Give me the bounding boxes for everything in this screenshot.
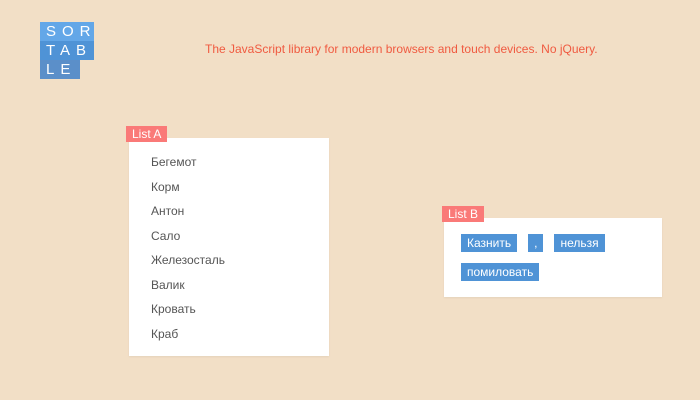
- list-b-chip[interactable]: Казнить: [461, 234, 518, 252]
- logo-row-3: LE: [40, 60, 80, 79]
- list-a-panel: Бегемот Корм Антон Сало Железосталь Вали…: [129, 138, 329, 356]
- list-b-chip[interactable]: ,: [528, 234, 544, 252]
- tagline: The JavaScript library for modern browse…: [205, 42, 598, 56]
- sortable-logo: SOR TAB LE: [40, 22, 94, 79]
- list-a-item[interactable]: Корм: [151, 175, 329, 200]
- list-a-item[interactable]: Железосталь: [151, 248, 329, 273]
- list-a-item[interactable]: Сало: [151, 224, 329, 249]
- list-a-item[interactable]: Кровать: [151, 297, 329, 322]
- list-b-label: List B: [442, 206, 485, 222]
- list-a-item[interactable]: Бегемот: [151, 150, 329, 175]
- list-b-chip[interactable]: нельзя: [554, 234, 605, 252]
- list-a-label: List A: [126, 126, 168, 142]
- list-b: Казнить , нельзя помиловать: [444, 218, 651, 292]
- list-a-item[interactable]: Краб: [151, 322, 329, 347]
- list-a: Бегемот Корм Антон Сало Железосталь Вали…: [129, 138, 329, 346]
- list-a-item[interactable]: Антон: [151, 199, 329, 224]
- logo-row-1: SOR: [40, 22, 94, 41]
- list-b-panel: Казнить , нельзя помиловать: [444, 218, 662, 297]
- logo-row-2: TAB: [40, 41, 94, 60]
- list-a-item[interactable]: Валик: [151, 273, 329, 298]
- list-b-chip[interactable]: помиловать: [461, 263, 540, 281]
